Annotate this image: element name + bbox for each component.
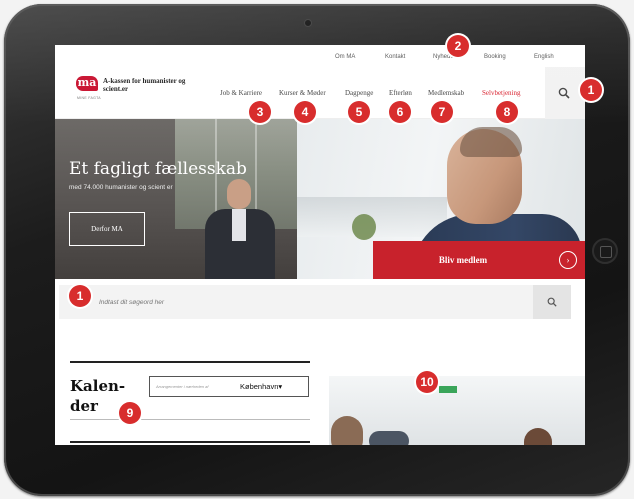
utility-link-om-ma[interactable]: Om MA (335, 54, 355, 60)
annotation-badge: 4 (294, 101, 316, 123)
camera (304, 19, 312, 27)
annotation-badge: 1 (580, 79, 602, 101)
search-input[interactable] (59, 285, 533, 319)
hero-title: Et fagligt fællesskab (69, 159, 247, 179)
arrow-right-icon: › (559, 251, 577, 269)
logo[interactable]: ma (76, 76, 98, 91)
hero-banner: Et fagligt fællesskab med 74.000 humanis… (55, 119, 585, 279)
divider (70, 361, 310, 363)
annotation-badge: 6 (389, 101, 411, 123)
nav-job-karriere[interactable]: Job & Karriere (220, 89, 262, 97)
nav-medlemskab[interactable]: Medlemskab (428, 89, 464, 97)
divider (70, 419, 310, 420)
exit-sign (439, 386, 457, 393)
nav-dagpenge[interactable]: Dagpenge (345, 89, 373, 97)
hero-subtitle: med 74.000 humanister og scient er (69, 184, 173, 191)
search-icon (558, 87, 570, 99)
annotation-badge: 10 (416, 371, 438, 393)
annotation-badge: 8 (496, 101, 518, 123)
utility-link-kontakt[interactable]: Kontakt (385, 54, 405, 60)
annotation-badge: 9 (119, 402, 141, 424)
header-search-button[interactable] (545, 67, 585, 119)
tablet-frame: Om MA Kontakt Nyheder Booking English ma… (4, 4, 630, 496)
nav-efterlon[interactable]: Efterløn (389, 89, 412, 97)
location-select-value: København▾ (240, 382, 283, 391)
location-select-hint: Arrangementer i nærheden af (156, 384, 209, 389)
home-button[interactable] (592, 238, 618, 264)
utility-nav: Om MA Kontakt Nyheder Booking English (55, 45, 585, 67)
location-select[interactable]: Arrangementer i nærheden af København▾ (149, 376, 309, 397)
chevron-down-icon: ▾ (278, 382, 283, 391)
bliv-medlem-label: Bliv medlem (438, 255, 488, 265)
logo-tagline: MINE FAGTA (77, 96, 101, 100)
nav-kurser-moder[interactable]: Kurser & Møder (279, 89, 326, 97)
logo-name[interactable]: A-kassen for humanister og scient.er (103, 77, 203, 93)
nav-selvbetjening[interactable]: Selvbetjening (482, 89, 521, 97)
search-row (55, 279, 585, 326)
search-icon (547, 297, 557, 307)
search-submit-button[interactable] (533, 285, 571, 319)
utility-link-english[interactable]: English (534, 54, 554, 60)
derfor-ma-button[interactable]: Derfor MA (69, 212, 145, 246)
annotation-badge: 1 (69, 285, 91, 307)
hero-person (205, 179, 275, 279)
annotation-badge: 2 (447, 35, 469, 57)
bliv-medlem-button[interactable]: Bliv medlem › (373, 241, 585, 279)
annotation-badge: 5 (348, 101, 370, 123)
annotation-badge: 7 (431, 101, 453, 123)
hero-photo-left (55, 119, 297, 279)
annotation-badge: 3 (249, 101, 271, 123)
event-photo[interactable] (329, 376, 585, 445)
divider (70, 441, 310, 443)
utility-link-booking[interactable]: Booking (484, 54, 506, 60)
